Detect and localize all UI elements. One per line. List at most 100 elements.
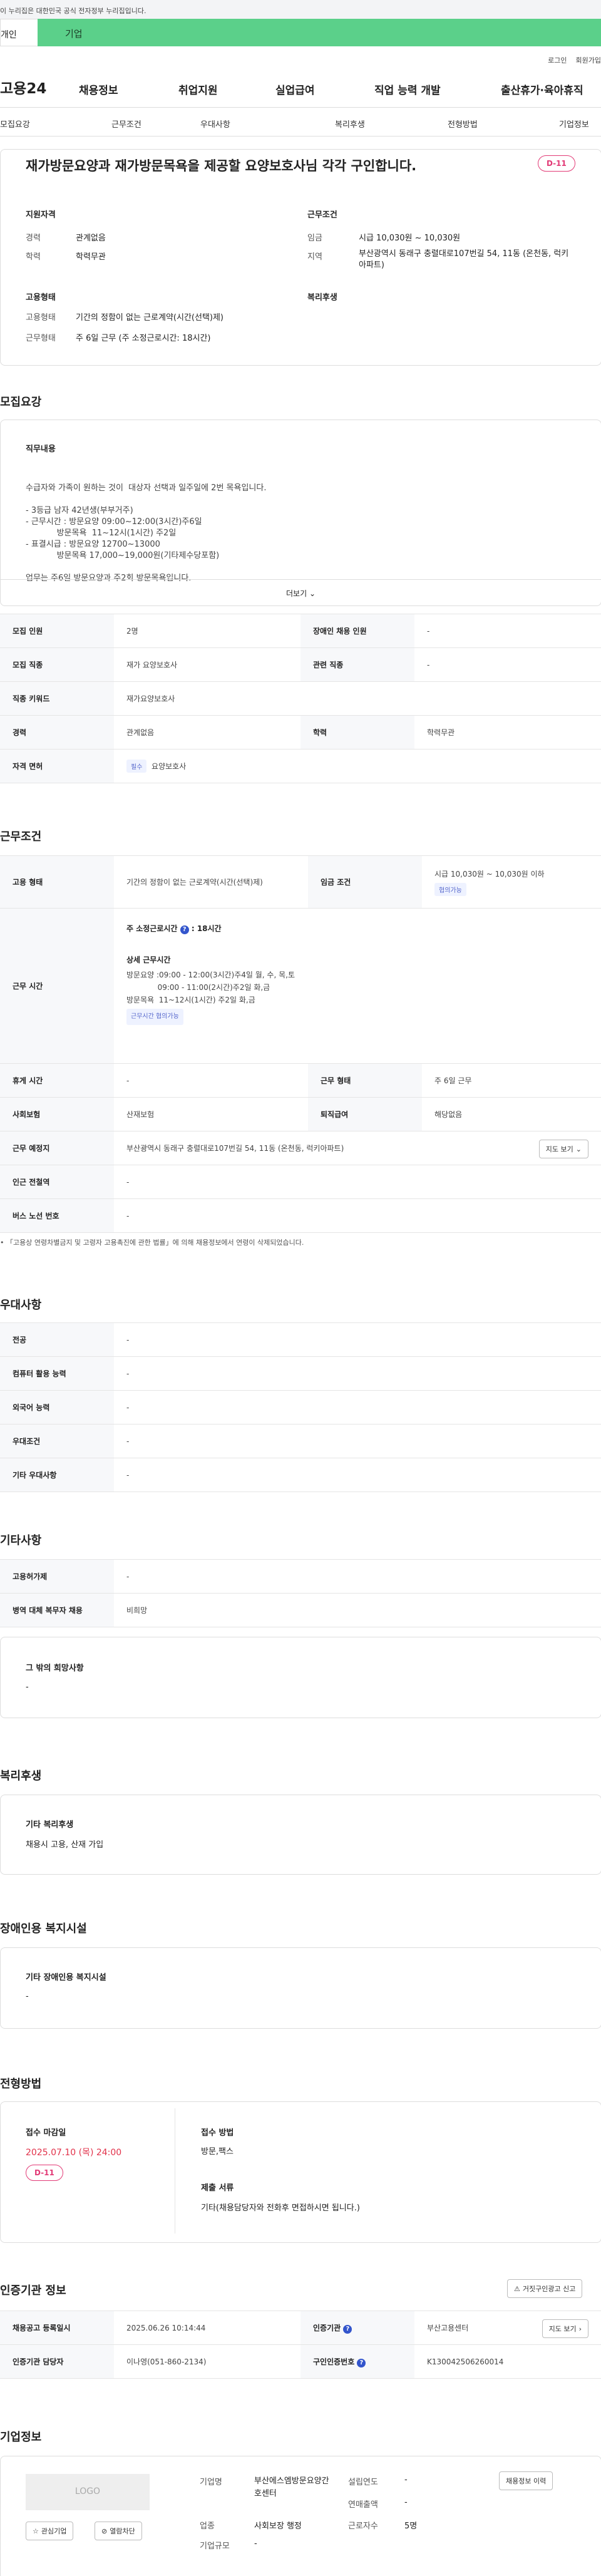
duty-line <box>26 494 266 505</box>
block-button[interactable]: ⊘ 열람차단 <box>95 2522 142 2540</box>
wish-title: 그 밖의 희망사항 <box>26 1664 84 1673</box>
login-link[interactable]: 로그인 <box>548 55 567 66</box>
th-bus: 버스 노선 번호 <box>0 1198 114 1233</box>
hours-negotiable-tag: 근무시간 협의가능 <box>126 1009 183 1025</box>
license-value: 요양보호사 <box>152 762 187 771</box>
language-value: - <box>114 1390 601 1425</box>
block-label: 열람차단 <box>110 2527 135 2535</box>
th-major: 전공 <box>0 1322 114 1357</box>
subway-value: - <box>114 1165 601 1199</box>
career-label: 경력 <box>26 234 41 243</box>
company-card: LOGO ☆ 관심기업 ⊘ 열람차단 기업명 부산에스엠방문요양간호센터 업종 사회… <box>0 2456 601 2576</box>
anchor-preference[interactable]: 우대사항 <box>200 118 230 130</box>
info-icon[interactable]: ? <box>343 2324 352 2334</box>
table-row: 모집 직종 재가 요양보호사 관련 직종 - <box>0 647 601 682</box>
gnb-jobs[interactable]: 채용정보 <box>79 81 118 97</box>
th-work-form: 근무 형태 <box>308 1063 422 1098</box>
more-label: 더보기 <box>285 589 307 598</box>
headcount-value: 2명 <box>114 614 300 648</box>
table-row: 모집 인원 2명 장애인 채용 인원 - <box>0 614 601 648</box>
th-education: 학력 <box>300 715 414 750</box>
gov-notice-text: 이 누리집은 대한민국 공식 전자정부 누리집입니다. <box>0 7 146 15</box>
recruit-section-title: 모집요강 <box>0 396 42 409</box>
th-keyword: 직종 키워드 <box>0 681 114 716</box>
table-row: 근무 시간 주 소정근로시간 ? : 18시간 상세 근무시간 방문요양 :09… <box>0 908 601 1064</box>
chevron-right-icon: › <box>578 2324 582 2333</box>
signup-link[interactable]: 회원가입 <box>576 55 601 66</box>
size-label: 기업규모 <box>200 2542 230 2551</box>
work-section-title: 근무조건 <box>0 830 42 843</box>
etc-table: 고용허가제 - 병역 대체 복무자 채용 비희망 <box>0 1559 601 1627</box>
cert-number-label: 구인인증번호 <box>313 2357 355 2366</box>
welfare-title: 기타 복리후생 <box>26 1820 74 1830</box>
job-history-button[interactable]: 채용정보 이력 <box>499 2471 553 2490</box>
anchor-conditions[interactable]: 근무조건 <box>111 118 141 130</box>
type-heading: 고용형태 <box>26 293 56 302</box>
duty-line: 수급자와 가족이 원하는 것이 대상자 선택과 일주일에 2번 목욕입니다. <box>26 483 267 493</box>
gnb-skills[interactable]: 직업 능력 개발 <box>374 81 441 97</box>
cert-org-label: 인증기관 <box>313 2323 341 2332</box>
table-row: 병역 대체 복무자 채용 비희망 <box>0 1593 601 1627</box>
table-row: 전공 - <box>0 1322 601 1357</box>
tab-personal[interactable]: 개인 <box>0 19 38 46</box>
etype-value: 기간의 정함이 없는 근로계약(시간(선택)제) <box>76 313 224 322</box>
info-icon[interactable]: ? <box>180 925 189 934</box>
company-name-label: 기업명 <box>200 2478 222 2487</box>
career-value: 관계없음 <box>76 234 106 243</box>
anchor-selection[interactable]: 전형방법 <box>448 118 478 130</box>
table-row: 휴게 시간 - 근무 형태 주 6일 근무 <box>0 1063 601 1098</box>
table-row: 직종 키워드 재가요양보호사 <box>0 681 601 716</box>
tab-company[interactable]: 기업 <box>38 19 601 46</box>
site-logo[interactable]: 고용24 <box>0 76 78 98</box>
disab-section-title: 장애인용 복지시설 <box>0 1922 87 1935</box>
work-form-value: 주 6일 근무 <box>422 1063 601 1098</box>
disab-value: - <box>26 1992 29 2001</box>
cert-map-button[interactable]: 지도 보기 › <box>542 2319 588 2338</box>
detail-hours-title: 상세 근무시간 <box>126 956 171 964</box>
anchor-welfare[interactable]: 복리후생 <box>335 118 365 130</box>
fav-label: 관심기업 <box>41 2527 67 2535</box>
cert-number-value: K130042506260014 <box>414 2344 601 2379</box>
wish-card: 그 밖의 희망사항 - <box>0 1637 601 1718</box>
th-severance: 퇴직급여 <box>308 1097 422 1131</box>
duty-card: 직무내용 수급자와 가족이 원하는 것이 대상자 선택과 일주일에 2번 목욕입… <box>0 420 601 606</box>
th-work-permit: 고용허가제 <box>0 1559 114 1594</box>
report-icon: ⚠ <box>514 2284 520 2293</box>
table-row: 채용공고 등록일시 2025.06.26 10:14:44 인증기관 ? 부산고용센터… <box>0 2311 601 2345</box>
th-cert-org: 인증기관 ? <box>300 2311 414 2345</box>
gnb-parental-leave[interactable]: 출산휴가·육아휴직 <box>501 81 583 97</box>
anchor-recruit[interactable]: 모집요강 <box>0 118 30 130</box>
duty-line: - 표결시급 : 방문요양 12700~13000 <box>26 540 160 549</box>
more-button[interactable]: 더보기 ⌄ <box>1 579 601 605</box>
etc-section-title: 기타사항 <box>0 1534 42 1547</box>
selection-dday-badge: D-11 <box>26 2165 63 2181</box>
cond-heading: 근무조건 <box>307 210 337 220</box>
th-wage: 임금 조건 <box>308 855 422 909</box>
required-tag: 필수 <box>126 760 147 773</box>
company-name: 부산에스엠방문요양간호센터 <box>254 2476 329 2498</box>
table-row: 근무 예정지 부산광역시 동래구 충렬대로107번길 54, 11동 (온천동, … <box>0 1131 601 1165</box>
method-value: 방문,팩스 <box>201 2147 234 2156</box>
util-menu: 로그인 회원가입 <box>0 46 601 66</box>
th-career: 경력 <box>0 715 114 750</box>
weekly-hours-value: : 18시간 <box>191 924 222 933</box>
gnb-unemployment-benefit[interactable]: 실업급여 <box>275 81 315 97</box>
gnb-employment-support[interactable]: 취업지원 <box>178 81 218 97</box>
info-icon[interactable]: ? <box>357 2358 366 2367</box>
weekly-hours-label: 주 소정근로시간 <box>126 924 178 933</box>
th-computer: 컴퓨터 활용 능력 <box>0 1356 114 1391</box>
company-section-title: 기업정보 <box>0 2431 42 2444</box>
est-value: - <box>404 2475 408 2485</box>
job-title: 재가방문요양과 재가방문목욕을 제공할 요양보호사님 각각 구인합니다. <box>26 158 417 173</box>
age-law-note: • 「고용상 연령차별금지 및 고령자 고용촉진에 관한 법률」에 의해 채용정… <box>0 1239 304 1247</box>
anchor-company[interactable]: 기업정보 <box>559 118 589 130</box>
map-button[interactable]: 지도 보기 ⌄ <box>538 1140 588 1158</box>
duty-line: - 3등급 남자 42년생(부부거주) <box>26 506 133 515</box>
fav-company-button[interactable]: ☆ 관심기업 <box>26 2522 74 2540</box>
industry-label: 업종 <box>200 2522 215 2531</box>
bus-value: - <box>114 1198 601 1233</box>
report-button[interactable]: ⚠ 거짓구인광고 신고 <box>507 2279 583 2298</box>
employment-type-value: 기간의 정함이 없는 근로계약(시간(선택)제) <box>114 855 308 909</box>
table-row: 컴퓨터 활용 능력 - <box>0 1356 601 1391</box>
disabled-headcount-value: - <box>414 614 601 648</box>
